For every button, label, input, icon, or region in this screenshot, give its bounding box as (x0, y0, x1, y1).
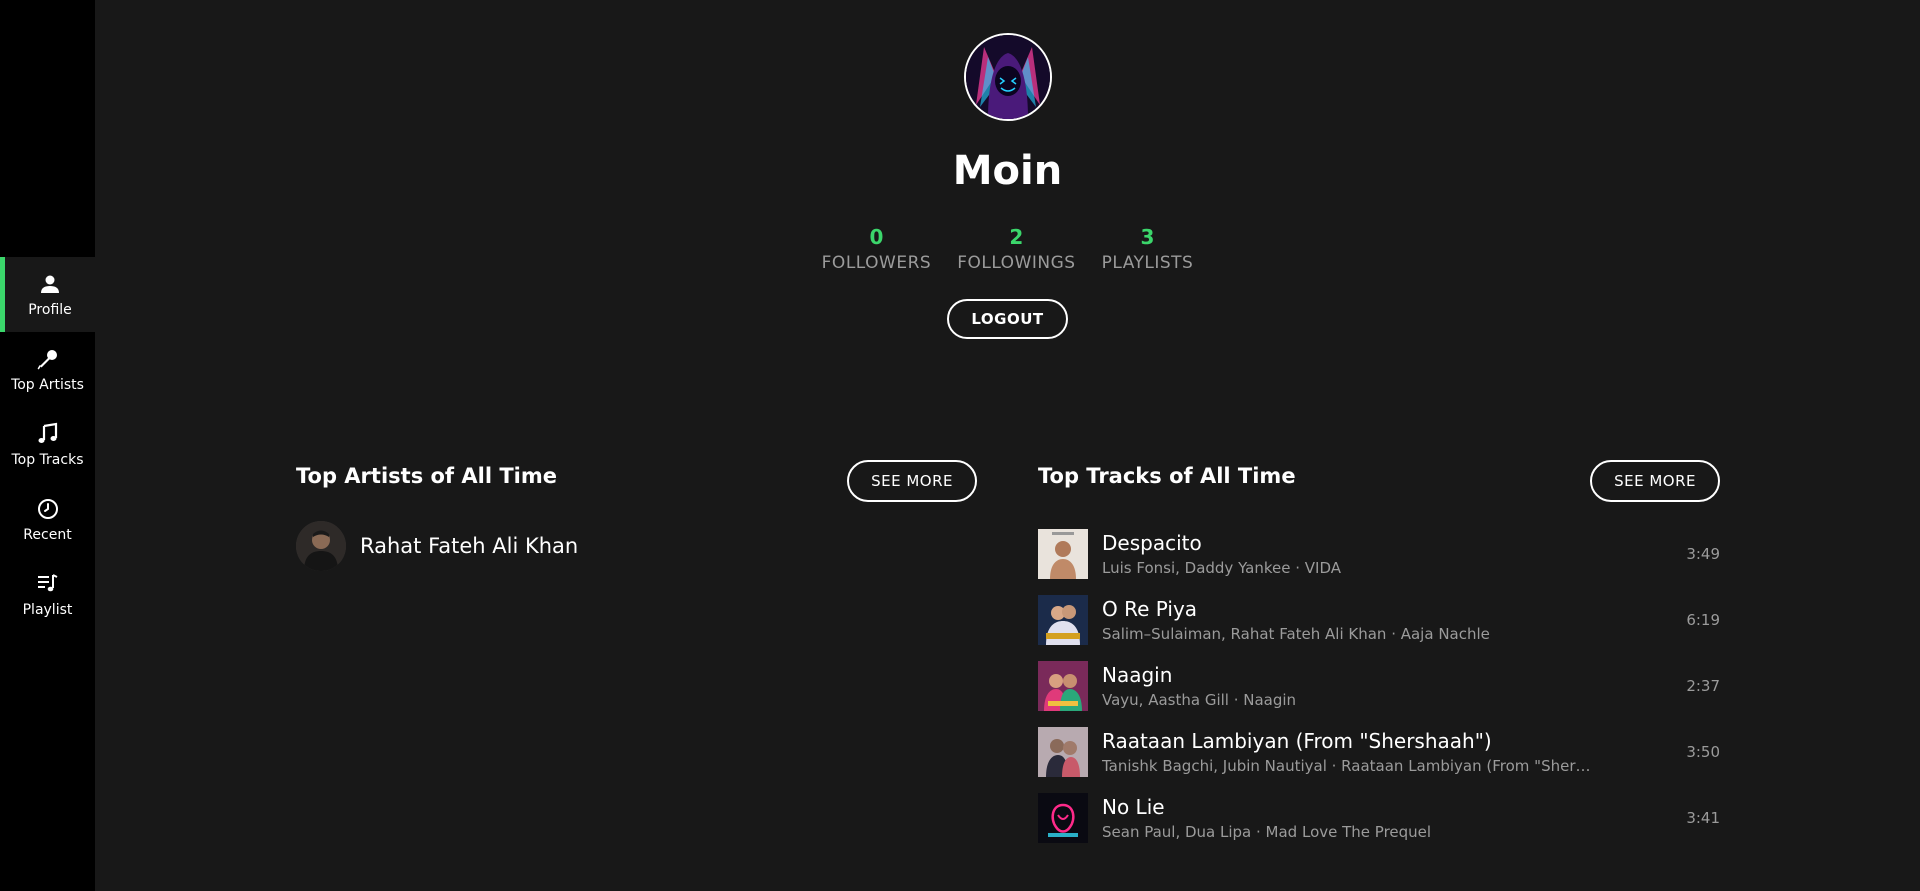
top-artists-header: Top Artists of All Time SEE MORE (296, 460, 977, 510)
user-icon (41, 275, 59, 293)
music-note-icon (38, 422, 57, 443)
track-list: Despacito Luis Fonsi, Daddy Yankee · VID… (1038, 521, 1720, 851)
list-item[interactable]: Rahat Fateh Ali Khan (296, 521, 977, 571)
sidebar-item-recent[interactable]: Recent (0, 482, 95, 557)
stat-playlists[interactable]: 3 PLAYLISTS (1102, 225, 1194, 273)
profile-header: Moin 0 FOLLOWERS 2 FOLLOWINGS 3 PLAYLIST… (95, 33, 1920, 339)
stat-followers[interactable]: 0 FOLLOWERS (822, 225, 932, 273)
table-row[interactable]: Despacito Luis Fonsi, Daddy Yankee · VID… (1038, 521, 1720, 587)
stat-label: FOLLOWERS (821, 253, 932, 273)
see-more-artists-button[interactable]: SEE MORE (847, 460, 977, 502)
sidebar-item-top-tracks[interactable]: Top Tracks (0, 407, 95, 482)
stat-followings[interactable]: 2 FOLLOWINGS (957, 225, 1075, 273)
top-tracks-header: Top Tracks of All Time SEE MORE (1038, 460, 1720, 510)
track-duration: 3:50 (1686, 743, 1720, 761)
track-subtitle: Vayu, Aastha Gill · Naagin (1102, 691, 1297, 709)
track-info: Despacito Luis Fonsi, Daddy Yankee · VID… (1102, 530, 1660, 578)
stat-label: FOLLOWINGS (957, 253, 1076, 273)
sidebar-item-profile[interactable]: Profile (0, 257, 95, 332)
stat-value: 0 (869, 225, 884, 249)
track-info: O Re Piya Salim–Sulaiman, Rahat Fateh Al… (1102, 596, 1660, 644)
table-row[interactable]: No Lie Sean Paul, Dua Lipa · Mad Love Th… (1038, 785, 1720, 851)
track-subtitle: Sean Paul, Dua Lipa · Mad Love The Prequ… (1102, 823, 1432, 841)
album-art (1038, 793, 1088, 843)
track-duration: 6:19 (1686, 611, 1720, 629)
main-content: Moin 0 FOLLOWERS 2 FOLLOWINGS 3 PLAYLIST… (95, 0, 1920, 891)
see-more-tracks-button[interactable]: SEE MORE (1590, 460, 1720, 502)
track-duration: 2:37 (1686, 677, 1720, 695)
playlist-icon (37, 573, 57, 591)
top-tracks-section: Top Tracks of All Time SEE MORE Despacit… (1038, 460, 1720, 851)
sidebar-item-label: Top Artists (11, 376, 84, 393)
sidebar-item-label: Profile (28, 301, 72, 318)
album-art (1038, 727, 1088, 777)
track-info: No Lie Sean Paul, Dua Lipa · Mad Love Th… (1102, 794, 1660, 842)
clock-icon (37, 498, 58, 519)
microphone-icon (37, 349, 57, 369)
track-info: Naagin Vayu, Aastha Gill · Naagin (1102, 662, 1660, 710)
track-title: O Re Piya (1102, 597, 1198, 621)
avatar (963, 33, 1052, 121)
track-subtitle: Salim–Sulaiman, Rahat Fateh Ali Khan · A… (1102, 625, 1490, 643)
track-duration: 3:49 (1686, 545, 1720, 563)
artist-name: Rahat Fateh Ali Khan (360, 534, 579, 558)
track-subtitle: Tanishk Bagchi, Jubin Nautiyal · Raataan… (1102, 757, 1592, 775)
sidebar-item-playlist[interactable]: Playlist (0, 557, 95, 632)
track-title: Despacito (1102, 531, 1202, 555)
table-row[interactable]: Naagin Vayu, Aastha Gill · Naagin 2:37 (1038, 653, 1720, 719)
stat-label: PLAYLISTS (1101, 253, 1194, 273)
profile-name: Moin (952, 148, 1063, 194)
section-title: Top Artists of All Time (296, 464, 557, 488)
sidebar-item-top-artists[interactable]: Top Artists (0, 332, 95, 407)
stat-value: 2 (1009, 225, 1024, 249)
track-title: Raataan Lambiyan (From "Shershaah") (1102, 729, 1492, 753)
album-art (1038, 661, 1088, 711)
track-subtitle: Luis Fonsi, Daddy Yankee · VIDA (1102, 559, 1342, 577)
sidebar-item-label: Top Tracks (11, 451, 84, 468)
section-title: Top Tracks of All Time (1038, 464, 1296, 488)
track-duration: 3:41 (1686, 809, 1720, 827)
album-art (1038, 529, 1088, 579)
logout-button[interactable]: LOGOUT (947, 299, 1068, 339)
profile-stats: 0 FOLLOWERS 2 FOLLOWINGS 3 PLAYLISTS (95, 225, 1920, 273)
table-row[interactable]: O Re Piya Salim–Sulaiman, Rahat Fateh Al… (1038, 587, 1720, 653)
sidebar-item-label: Playlist (22, 601, 73, 618)
artist-image (296, 521, 346, 571)
track-info: Raataan Lambiyan (From "Shershaah") Tani… (1102, 728, 1660, 776)
sidebar: Profile Top Artists Top Tracks Recent Pl… (0, 0, 95, 891)
sidebar-nav: Profile Top Artists Top Tracks Recent Pl… (0, 257, 95, 632)
album-art (1038, 595, 1088, 645)
track-title: Naagin (1102, 663, 1173, 687)
sidebar-item-label: Recent (23, 526, 72, 543)
top-artists-section: Top Artists of All Time SEE MORE Rahat F… (296, 460, 977, 571)
table-row[interactable]: Raataan Lambiyan (From "Shershaah") Tani… (1038, 719, 1720, 785)
stat-value: 3 (1140, 225, 1155, 249)
track-title: No Lie (1102, 795, 1165, 819)
